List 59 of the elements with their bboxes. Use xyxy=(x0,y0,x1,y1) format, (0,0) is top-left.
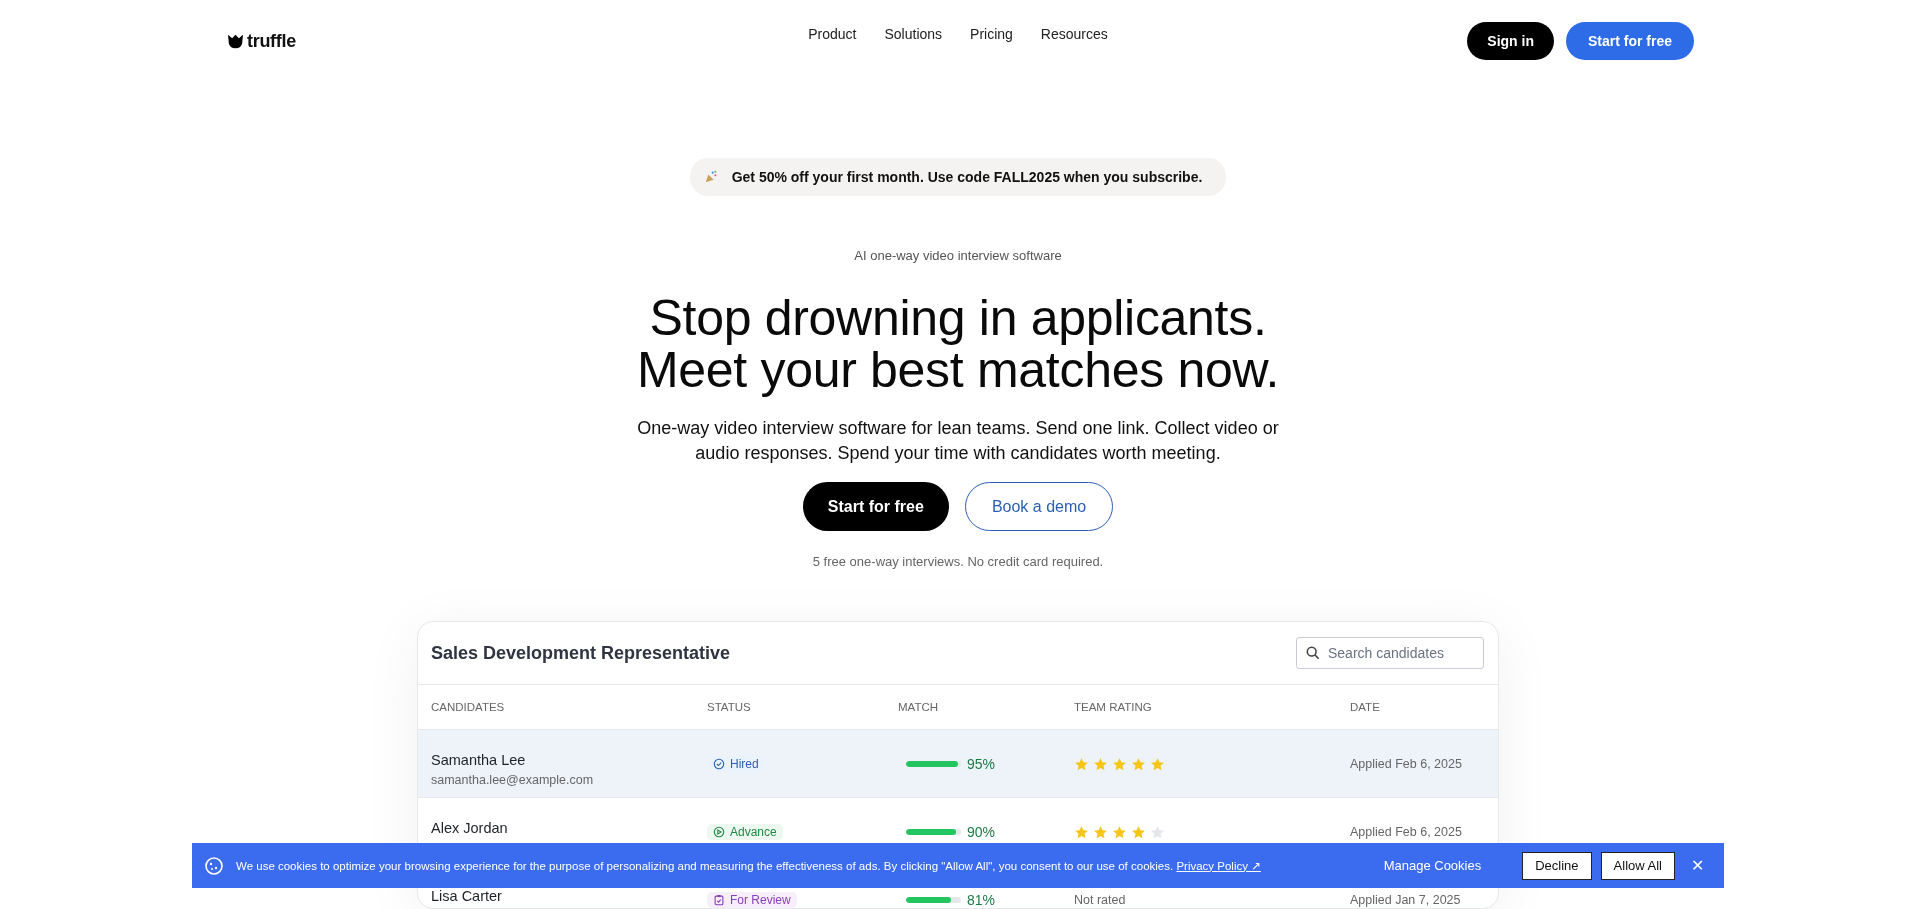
candidate-name: Lisa Carter xyxy=(431,888,503,905)
nav-link[interactable]: Solutions xyxy=(884,26,943,42)
match-bar xyxy=(906,829,961,835)
match-percent: 81% xyxy=(967,892,996,908)
date-text: Applied Feb 6, 2025 xyxy=(1350,825,1462,839)
note-text: 5 free one-way interviews. No credit card required. xyxy=(812,554,1104,569)
candidate-name: Alex Jordan xyxy=(431,820,509,837)
headline: Stop drowning in applicants. xyxy=(648,292,1268,344)
logo-icon xyxy=(227,33,244,49)
star-icon xyxy=(1093,824,1108,840)
start-button[interactable]: Start for free xyxy=(802,482,949,531)
decline-button[interactable]: Decline xyxy=(1522,851,1592,880)
clipboard-icon xyxy=(713,894,725,906)
star-icon xyxy=(1131,756,1146,772)
party-popper-icon xyxy=(703,170,718,184)
nav-link[interactable]: Product xyxy=(808,26,857,42)
nav-link[interactable]: Pricing xyxy=(970,26,1013,42)
star-icon xyxy=(1112,756,1127,772)
match-bar xyxy=(906,761,961,767)
table-title: Sales Development Representative xyxy=(431,642,731,664)
date-text: Applied Jan 7, 2025 xyxy=(1350,893,1461,907)
column-header: DATE xyxy=(1350,701,1381,713)
star-icon xyxy=(1093,756,1108,772)
headline: Meet your best matches now. xyxy=(636,344,1280,396)
play-circle-icon xyxy=(713,826,725,838)
status-label: For Review xyxy=(730,893,791,907)
star-icon xyxy=(1131,824,1146,840)
star-icon xyxy=(1074,756,1089,772)
date-text: Applied Feb 6, 2025 xyxy=(1350,757,1462,771)
match-bar xyxy=(906,897,961,903)
start-button[interactable]: Start for free xyxy=(1565,22,1694,60)
sign-in-button[interactable]: Sign in xyxy=(1467,22,1554,60)
promo-text: Get 50% off your first month. Use code FALL2025 when you subscribe. xyxy=(731,169,1203,185)
allow-all-button[interactable]: Allow All xyxy=(1600,851,1675,880)
close-button[interactable]: ✕ xyxy=(1685,855,1710,876)
candidate-email: samantha.lee@example.com xyxy=(431,773,595,787)
star-icon xyxy=(1074,824,1089,840)
cookie-icon xyxy=(204,855,224,876)
empty-star-icon xyxy=(1150,824,1165,840)
demo-button[interactable]: Book a demo xyxy=(964,482,1114,531)
status-label: Hired xyxy=(730,757,759,771)
search-field[interactable]: Search candidates xyxy=(1296,637,1484,669)
star-icon xyxy=(1150,756,1165,772)
column-header: STATUS xyxy=(707,701,752,713)
logo-text[interactable]: truffle xyxy=(247,30,296,52)
star-icon xyxy=(1112,824,1127,840)
rating-text: Not rated xyxy=(1074,893,1126,907)
match-percent: 95% xyxy=(967,756,996,772)
match-percent: 90% xyxy=(967,824,996,840)
column-header: TEAM RATING xyxy=(1074,701,1153,713)
eyebrow-text: AI one-way video interview software xyxy=(854,248,1062,263)
nav-link[interactable]: Resources xyxy=(1040,26,1108,42)
hero-description: One-way video interview software for lean teams. Send one link. Collect video or audio responses. Spend your time with candidates worth meeting. xyxy=(636,417,1280,465)
candidate-name: Samantha Lee xyxy=(431,752,527,769)
status-label: Advance xyxy=(730,825,777,839)
table-row[interactable]: Samantha Lee samantha.lee@example.com Hired 95% Applied Feb 6, 2025 xyxy=(418,730,1498,798)
column-header: MATCH xyxy=(898,701,940,713)
check-circle-icon xyxy=(713,758,725,770)
column-header: CANDIDATES xyxy=(431,701,506,713)
